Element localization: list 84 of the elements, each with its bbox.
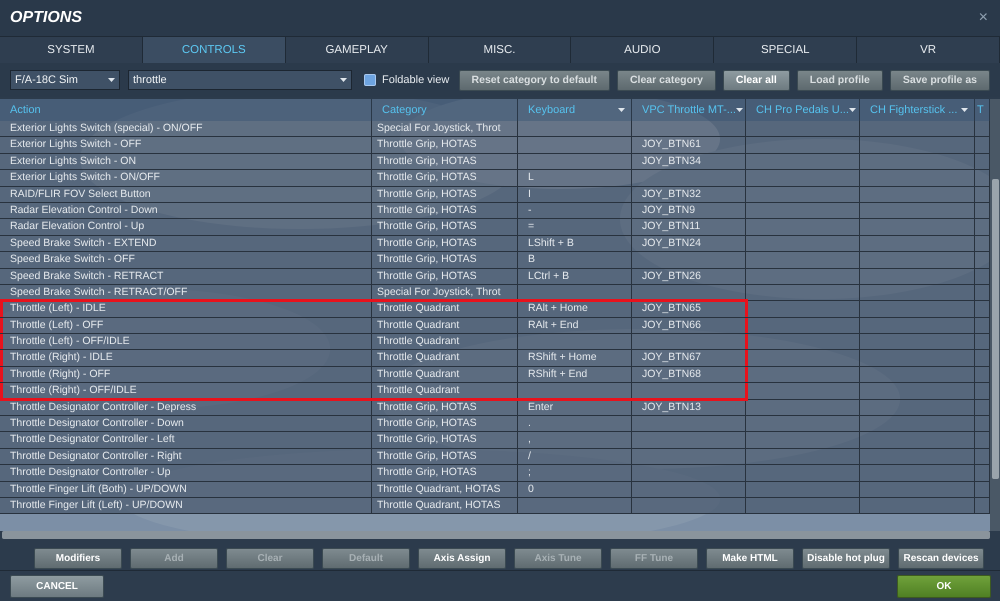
table-cell: Throttle Grip, HOTAS [372, 432, 518, 448]
table-cell: Throttle Grip, HOTAS [372, 186, 518, 202]
close-button[interactable]: × [976, 9, 990, 27]
caret-icon [848, 108, 856, 112]
table-cell: Enter [518, 400, 632, 416]
table-cell: Throttle Designator Controller - Right [0, 448, 372, 464]
table-cell: Exterior Lights Switch - ON/OFF [0, 170, 372, 186]
action-button[interactable]: Modifiers [34, 548, 122, 569]
action-button[interactable]: Axis Assign [418, 548, 506, 569]
table-cell: I [518, 186, 632, 202]
table-cell: / [518, 448, 632, 464]
search-field[interactable]: throttle [128, 70, 352, 90]
table-cell: Speed Brake Switch - RETRACT/OFF [0, 284, 372, 300]
table-cell: Exterior Lights Switch (special) - ON/OFF [0, 121, 372, 136]
toolbar-button[interactable]: Clear all [722, 70, 790, 90]
table-cell: Throttle Designator Controller - Depress [0, 400, 372, 416]
table-cell: JOY_BTN11 [632, 219, 746, 235]
caret-icon [736, 108, 743, 112]
toolbar-button[interactable]: Clear category [616, 70, 716, 90]
tab[interactable]: CONTROLS [142, 37, 286, 63]
table-cell: JOY_BTN13 [632, 400, 746, 416]
caret-icon [340, 78, 347, 82]
table-cell: = [518, 219, 632, 235]
toolbar-button[interactable]: Reset category to default [458, 70, 610, 90]
table-cell: Radar Elevation Control - Up [0, 219, 372, 235]
toolbar-button[interactable]: Save profile as [890, 70, 990, 90]
table-cell: LCtrl + B [518, 268, 632, 284]
cancel-button[interactable]: CANCEL [10, 574, 104, 598]
caret-icon [961, 108, 968, 112]
window-title: OPTIONS [10, 9, 82, 27]
table-cell: Throttle Grip, HOTAS [372, 465, 518, 481]
table-cell: Throttle Grip, HOTAS [372, 219, 518, 235]
table-cell: Throttle Designator Controller - Left [0, 432, 372, 448]
table-cell: . [518, 416, 632, 432]
horizontal-scrollbar[interactable] [2, 531, 990, 539]
table-cell: Throttle Grip, HOTAS [372, 268, 518, 284]
table-cell: Throttle Grip, HOTAS [372, 416, 518, 432]
caret-icon [108, 78, 115, 82]
vertical-scrollbar[interactable] [990, 99, 1000, 531]
table-cell: Throttle Finger Lift (Left) - UP/DOWN [0, 498, 372, 514]
action-button[interactable]: Make HTML [706, 548, 794, 569]
table-cell: Throttle Quadrant, HOTAS [372, 482, 518, 497]
table-cell: Throttle Designator Controller - Down [0, 416, 372, 432]
table-cell: Throttle Quadrant, HOTAS [372, 498, 518, 514]
table-cell: Special For Joystick, Throt [372, 121, 518, 136]
caret-icon [618, 108, 625, 112]
table-cell: RAID/FLIR FOV Select Button [0, 186, 372, 202]
ok-button[interactable]: OK [897, 574, 991, 598]
table-cell: L [518, 170, 632, 186]
table-cell: Throttle Grip, HOTAS [372, 448, 518, 464]
table-cell: Speed Brake Switch - EXTEND [0, 236, 372, 252]
table-cell: Throttle Grip, HOTAS [372, 202, 518, 218]
table-cell: Throttle Grip, HOTAS [372, 170, 518, 186]
table-cell: JOY_BTN26 [632, 268, 746, 284]
table-cell: - [518, 202, 632, 218]
table-cell: Throttle Grip, HOTAS [372, 137, 518, 153]
checkbox[interactable] [364, 74, 376, 86]
table-cell: 0 [518, 482, 632, 497]
table-cell: Throttle Finger Lift (Both) - UP/DOWN [0, 482, 372, 497]
table-cell: ; [518, 465, 632, 481]
table-cell: JOY_BTN34 [632, 154, 746, 170]
table-cell: Speed Brake Switch - RETRACT [0, 268, 372, 284]
table-cell: Throttle Grip, HOTAS [372, 400, 518, 416]
table-cell: LShift + B [518, 236, 632, 252]
table-cell: JOY_BTN9 [632, 202, 746, 218]
table-cell: Throttle Grip, HOTAS [372, 154, 518, 170]
table-cell: Exterior Lights Switch - ON [0, 154, 372, 170]
table-cell: JOY_BTN61 [632, 137, 746, 153]
table-cell: Radar Elevation Control - Down [0, 202, 372, 218]
table-cell: Speed Brake Switch - OFF [0, 252, 372, 268]
action-button[interactable]: Disable hot plug [802, 548, 890, 569]
table-cell: Throttle Designator Controller - Up [0, 465, 372, 481]
table-cell: , [518, 432, 632, 448]
table-cell: JOY_BTN24 [632, 236, 746, 252]
toolbar-button[interactable]: Load profile [796, 70, 883, 90]
table-cell: B [518, 252, 632, 268]
table-cell: Special For Joystick, Throt [372, 284, 518, 300]
action-button[interactable]: Rescan devices [898, 548, 984, 569]
table-cell: JOY_BTN32 [632, 186, 746, 202]
checkbox-label: Foldable view [382, 74, 450, 86]
table-cell: Throttle Grip, HOTAS [372, 236, 518, 252]
table-cell: Exterior Lights Switch - OFF [0, 137, 372, 153]
aircraft-dropdown[interactable]: F/A-18C Sim [10, 70, 120, 90]
table-cell: Throttle Grip, HOTAS [372, 252, 518, 268]
